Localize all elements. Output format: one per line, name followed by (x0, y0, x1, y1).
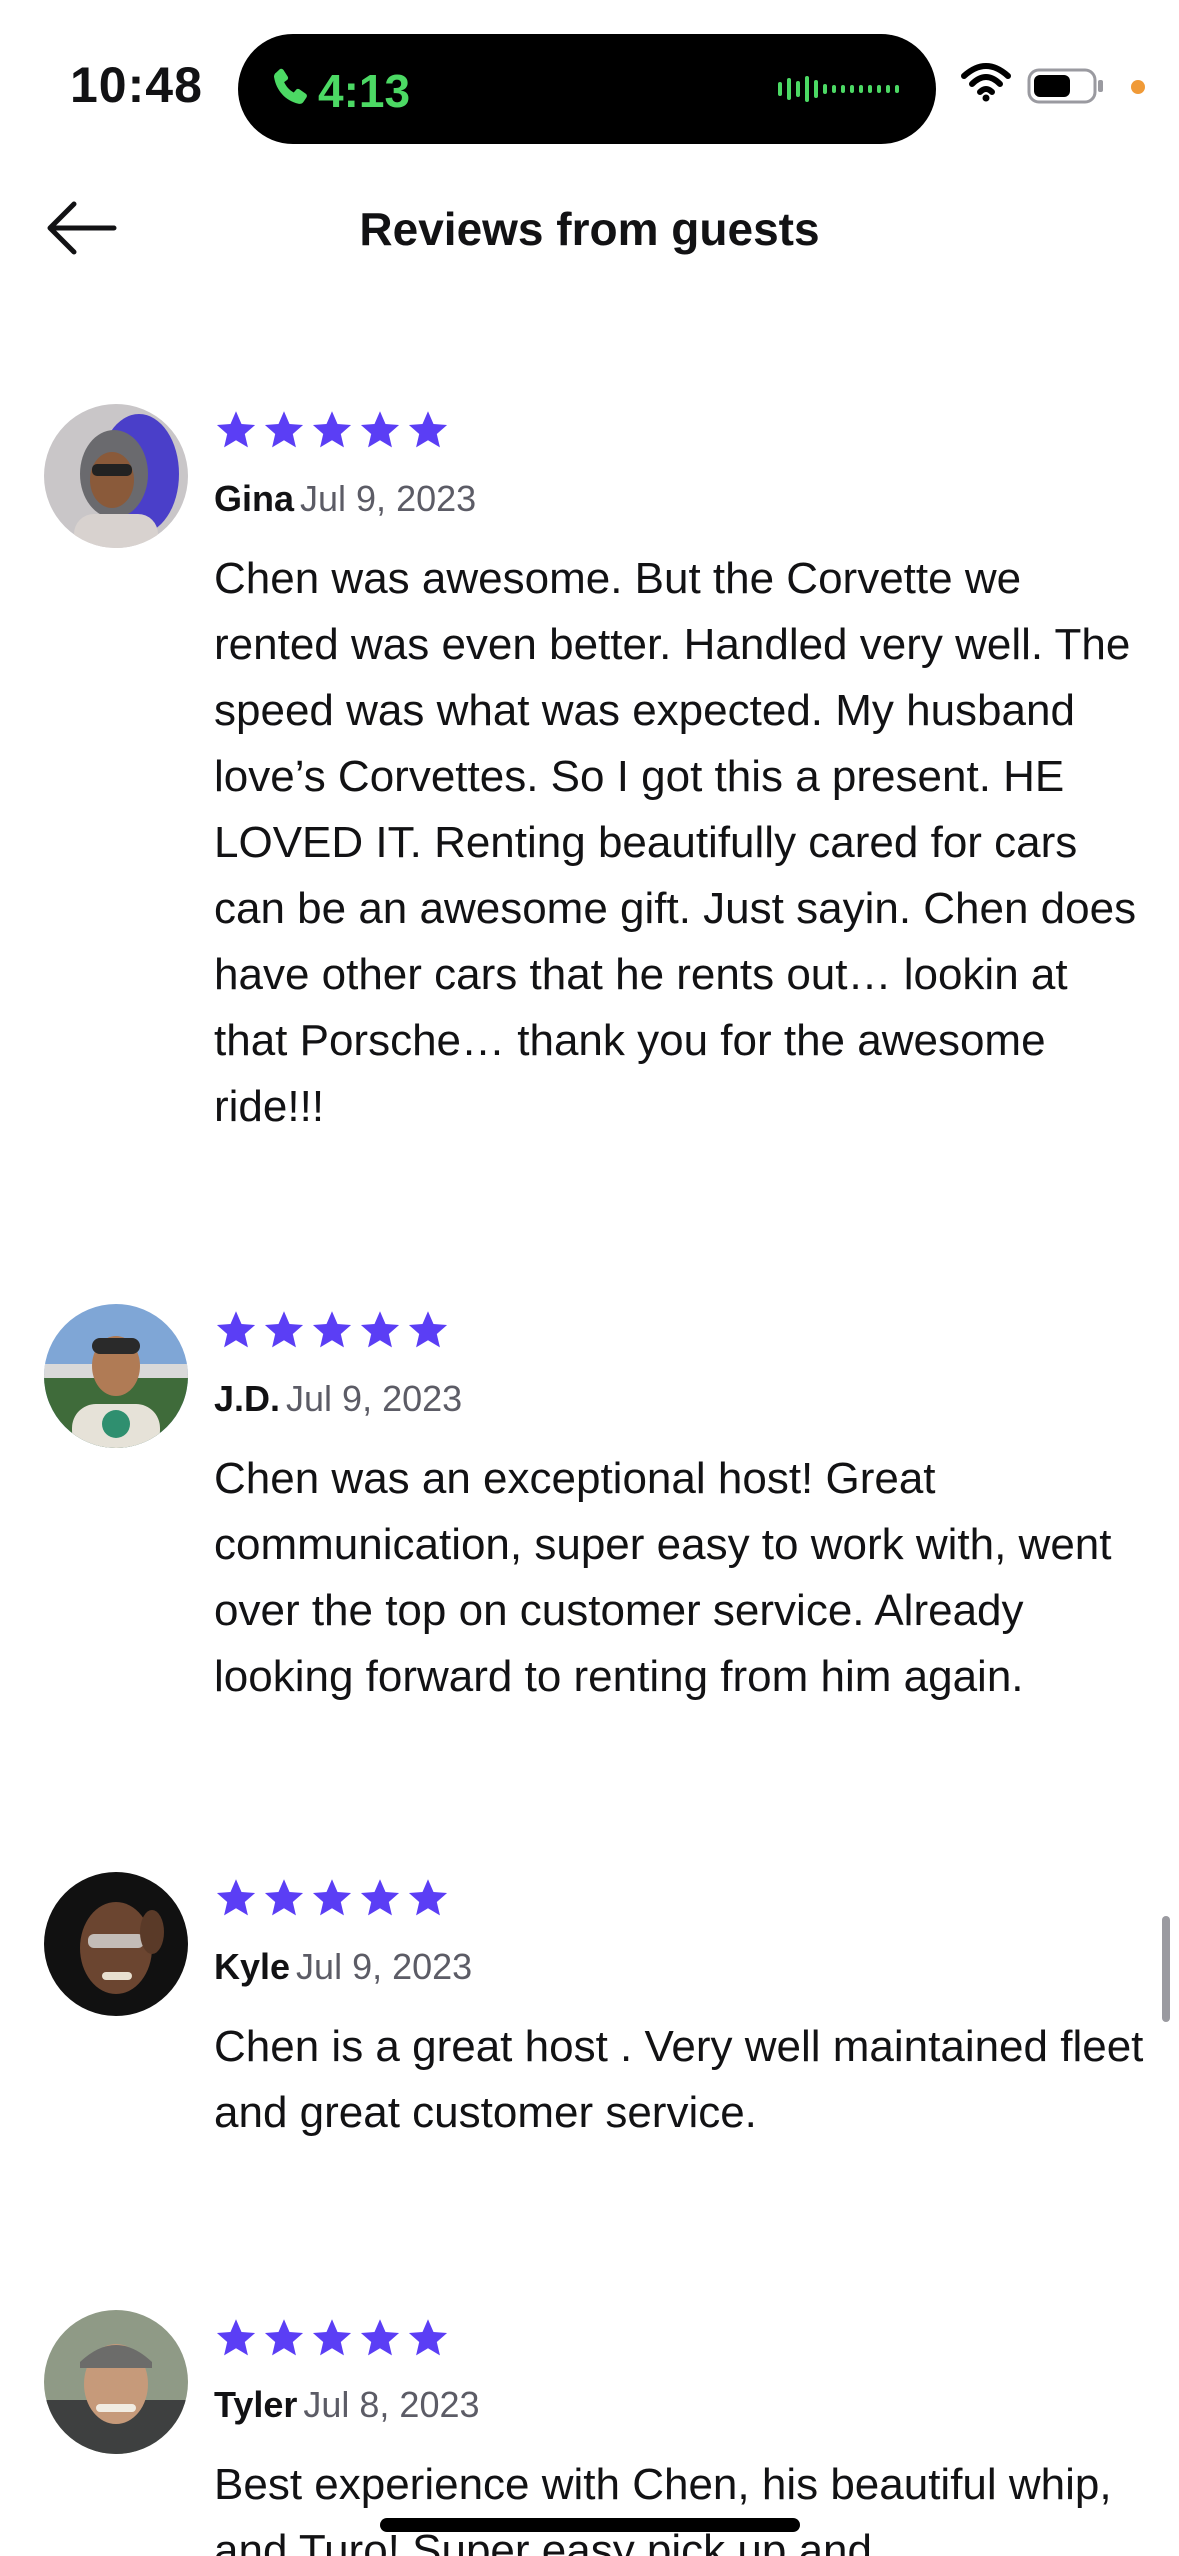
star-rating (214, 2316, 450, 2360)
avatar[interactable] (44, 1872, 188, 2016)
star-rating (214, 1308, 450, 1352)
review-date: Jul 8, 2023 (303, 2384, 480, 2425)
star-icon (408, 1311, 448, 1348)
avatar[interactable] (44, 2310, 188, 2454)
reviewer-name[interactable]: Tyler (214, 2384, 297, 2425)
star-icon (360, 411, 400, 448)
avatar[interactable] (44, 1304, 188, 1448)
star-rating (214, 408, 450, 452)
star-icon (408, 411, 448, 448)
avatar[interactable] (44, 404, 188, 548)
star-icon (360, 1879, 400, 1916)
star-icon (312, 411, 352, 448)
star-icon (216, 1311, 256, 1348)
star-icon (360, 2319, 400, 2356)
star-icon (360, 1311, 400, 1348)
review-text: Chen was awesome. But the Corvette we re… (214, 554, 1137, 1131)
reviews-list[interactable]: Gina Jul 9, 2023 Chen was awesome. But th… (0, 0, 1179, 2556)
reviewer-meta: Gina Jul 9, 2023 (214, 478, 476, 520)
star-icon (312, 1879, 352, 1916)
star-icon (264, 1311, 304, 1348)
review-text: Chen is a great host . Very well maintai… (214, 2022, 1144, 2137)
star-icon (264, 2319, 304, 2356)
star-icon (216, 2319, 256, 2356)
star-icon (216, 1879, 256, 1916)
privacy-indicator-dot (1131, 80, 1145, 94)
star-icon (312, 2319, 352, 2356)
star-icon (216, 411, 256, 448)
nav-header: Reviews from guests (0, 160, 1179, 290)
star-icon (312, 1311, 352, 1348)
reviewer-meta: Kyle Jul 9, 2023 (214, 1946, 472, 1988)
page-title: Reviews from guests (359, 203, 820, 255)
reviewer-name[interactable]: Kyle (214, 1946, 290, 1987)
star-icon (264, 411, 304, 448)
star-rating (214, 1876, 450, 1920)
review-text: Chen was an exceptional host! Great comm… (214, 1454, 1112, 1701)
wifi-icon (961, 63, 1011, 102)
reviewer-meta: J.D. Jul 9, 2023 (214, 1378, 462, 1420)
star-icon (264, 1879, 304, 1916)
reviewer-name[interactable]: Gina (214, 478, 294, 519)
home-indicator[interactable] (380, 2518, 800, 2532)
star-icon (408, 1879, 448, 1916)
scrollbar[interactable] (1162, 1916, 1170, 2022)
status-bar: 10:48 4:13 (0, 0, 1179, 160)
phone-icon (274, 68, 307, 104)
review-date: Jul 9, 2023 (286, 1378, 463, 1419)
star-icon (408, 2319, 448, 2356)
review-text: Best experience with Chen, his beautiful… (214, 2460, 1112, 2556)
review-date: Jul 9, 2023 (300, 478, 477, 519)
reviewer-name[interactable]: J.D. (214, 1378, 280, 1419)
reviewer-meta: Tyler Jul 8, 2023 (214, 2384, 480, 2426)
status-time: 10:48 (70, 57, 203, 113)
dynamic-island-call[interactable]: 4:13 (238, 34, 936, 144)
review-date: Jul 9, 2023 (296, 1946, 473, 1987)
call-timer: 4:13 (318, 65, 411, 117)
battery-icon (1027, 68, 1103, 104)
waveform-icon (778, 74, 899, 104)
